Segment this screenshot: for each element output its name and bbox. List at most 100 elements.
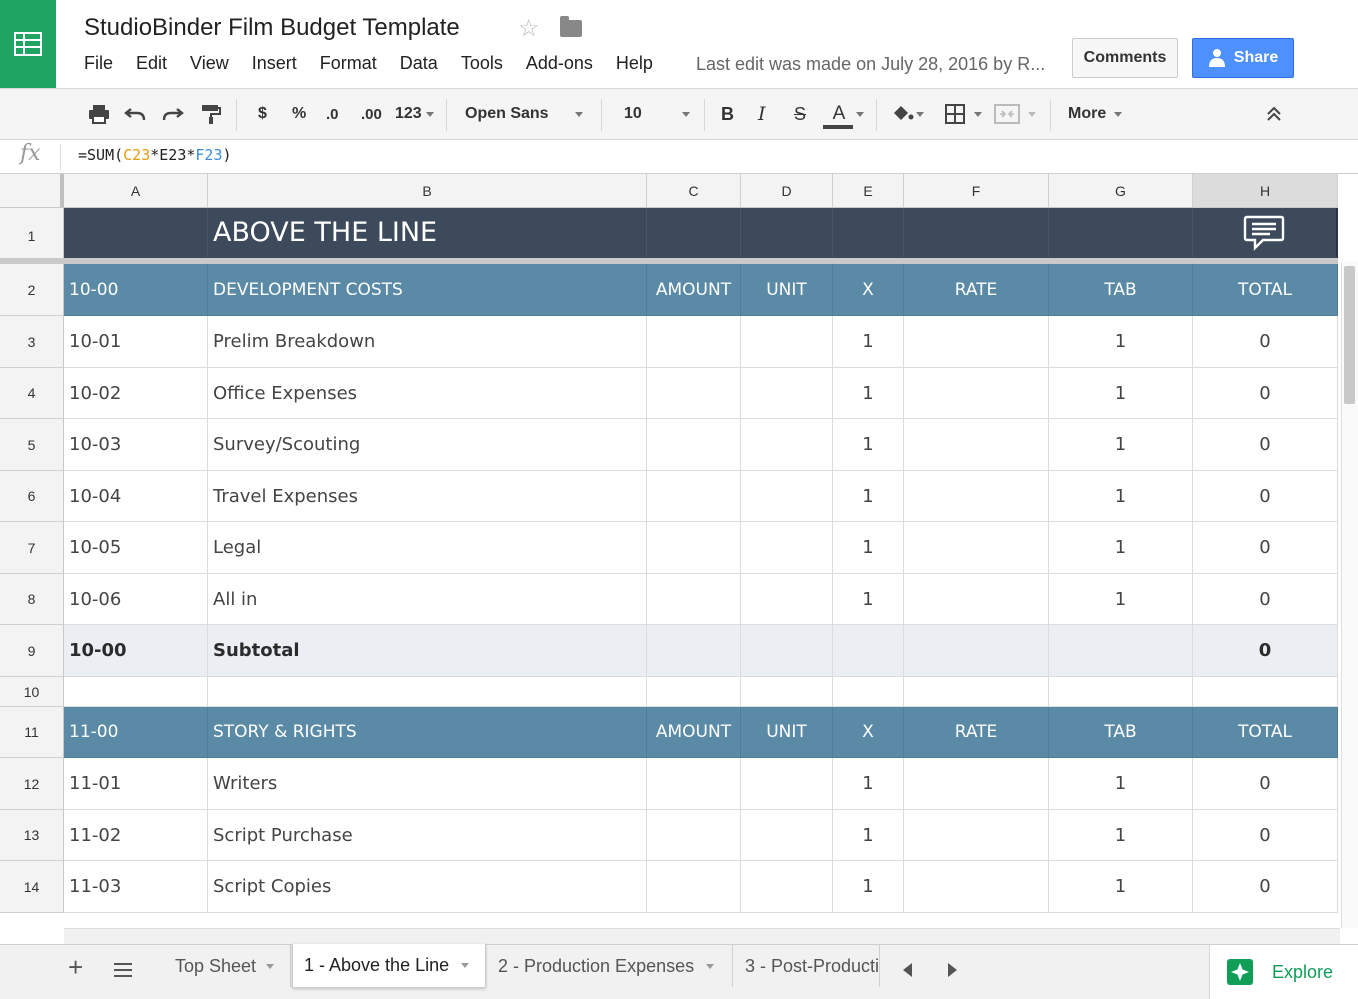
section-header-cell-f2[interactable]: RATE — [904, 264, 1049, 316]
section-header-cell-a2[interactable]: 10-00 — [64, 264, 208, 316]
cell-a14[interactable]: 11-03 — [64, 861, 208, 913]
cell-g12[interactable]: 1 — [1049, 758, 1193, 810]
cell-e6[interactable]: 1 — [833, 471, 904, 522]
section-header-cell-d11[interactable]: UNIT — [741, 707, 833, 758]
row-header-10[interactable]: 10 — [0, 677, 64, 707]
cell-h10[interactable] — [1193, 677, 1338, 707]
cell-f9[interactable] — [904, 625, 1049, 677]
menu-tools[interactable]: Tools — [461, 53, 503, 74]
cell-g9[interactable] — [1049, 625, 1193, 677]
cell-b3[interactable]: Prelim Breakdown — [208, 316, 647, 368]
sheet-tab-above-the-line[interactable]: 1 - Above the Line — [292, 944, 486, 988]
section-header-cell-e2[interactable]: X — [833, 264, 904, 316]
currency-button[interactable]: $ — [258, 89, 267, 139]
banner-cell-d1[interactable] — [741, 208, 833, 258]
cell-d4[interactable] — [741, 368, 833, 419]
menu-insert[interactable]: Insert — [252, 53, 297, 74]
banner-cell-c1[interactable] — [647, 208, 741, 258]
cell-g4[interactable]: 1 — [1049, 368, 1193, 419]
section-header-cell-d2[interactable]: UNIT — [741, 264, 833, 316]
section-header-cell-g2[interactable]: TAB — [1049, 264, 1193, 316]
cell-b8[interactable]: All in — [208, 574, 647, 625]
banner-cell-a1[interactable] — [64, 208, 208, 258]
cell-a10[interactable] — [64, 677, 208, 707]
fill-color-icon[interactable] — [890, 89, 924, 139]
increase-decimal-button[interactable]: .00 — [361, 89, 382, 139]
cell-g5[interactable]: 1 — [1049, 419, 1193, 471]
section-header-cell-g11[interactable]: TAB — [1049, 707, 1193, 758]
row-header-8[interactable]: 8 — [0, 574, 64, 625]
section-header-cell-h2[interactable]: TOTAL — [1193, 264, 1338, 316]
cell-d6[interactable] — [741, 471, 833, 522]
cell-e5[interactable]: 1 — [833, 419, 904, 471]
cell-d9[interactable] — [741, 625, 833, 677]
cell-a12[interactable]: 11-01 — [64, 758, 208, 810]
cell-f4[interactable] — [904, 368, 1049, 419]
cell-b6[interactable]: Travel Expenses — [208, 471, 647, 522]
cell-a13[interactable]: 11-02 — [64, 810, 208, 861]
cell-c14[interactable] — [647, 861, 741, 913]
sheets-logo-icon[interactable] — [0, 0, 56, 88]
cell-a4[interactable]: 10-02 — [64, 368, 208, 419]
section-header-cell-f11[interactable]: RATE — [904, 707, 1049, 758]
decrease-decimal-button[interactable]: .0 — [326, 89, 339, 139]
paint-format-icon[interactable] — [200, 89, 222, 139]
sheet-tab-production-expenses[interactable]: 2 - Production Expenses — [487, 945, 733, 987]
cell-h6[interactable]: 0 — [1193, 471, 1338, 522]
cell-h9[interactable]: 0 — [1193, 625, 1338, 677]
column-header-a[interactable]: A — [64, 174, 208, 207]
row-header-3[interactable]: 3 — [0, 316, 64, 368]
row-header-1[interactable]: 1 — [0, 208, 64, 264]
cell-b13[interactable]: Script Purchase — [208, 810, 647, 861]
comments-button[interactable]: Comments — [1072, 38, 1178, 78]
cell-a8[interactable]: 10-06 — [64, 574, 208, 625]
bold-button[interactable]: B — [721, 89, 734, 139]
cell-e10[interactable] — [833, 677, 904, 707]
menu-help[interactable]: Help — [616, 53, 653, 74]
last-edit-link[interactable]: Last edit was made on July 28, 2016 by R… — [696, 54, 1045, 75]
sheet-list-icon[interactable] — [114, 962, 132, 983]
cell-g13[interactable]: 1 — [1049, 810, 1193, 861]
row-header-7[interactable]: 7 — [0, 522, 64, 574]
menu-addons[interactable]: Add-ons — [526, 53, 593, 74]
cell-g3[interactable]: 1 — [1049, 316, 1193, 368]
cell-f10[interactable] — [904, 677, 1049, 707]
cell-c6[interactable] — [647, 471, 741, 522]
banner-cell-g1[interactable] — [1049, 208, 1193, 258]
cell-e7[interactable]: 1 — [833, 522, 904, 574]
cell-h3[interactable]: 0 — [1193, 316, 1338, 368]
strikethrough-button[interactable]: S — [794, 89, 806, 139]
row-header-11[interactable]: 11 — [0, 707, 64, 758]
formula-input[interactable]: =SUM(C23*E23*F23) — [78, 146, 232, 164]
cell-d5[interactable] — [741, 419, 833, 471]
cell-a7[interactable]: 10-05 — [64, 522, 208, 574]
cell-g6[interactable]: 1 — [1049, 471, 1193, 522]
cell-f6[interactable] — [904, 471, 1049, 522]
banner-cell-b1[interactable]: ABOVE THE LINE — [208, 208, 647, 258]
row-header-9[interactable]: 9 — [0, 625, 64, 677]
cell-h8[interactable]: 0 — [1193, 574, 1338, 625]
row-header-2[interactable]: 2 — [0, 264, 64, 316]
menu-data[interactable]: Data — [400, 53, 438, 74]
column-header-c[interactable]: C — [647, 174, 741, 207]
section-header-cell-b2[interactable]: DEVELOPMENT COSTS — [208, 264, 647, 316]
section-header-cell-e11[interactable]: X — [833, 707, 904, 758]
document-title[interactable]: StudioBinder Film Budget Template — [84, 14, 460, 42]
banner-cell-f1[interactable] — [904, 208, 1049, 258]
cell-f8[interactable] — [904, 574, 1049, 625]
frozen-row-divider[interactable] — [0, 258, 1338, 264]
cell-c7[interactable] — [647, 522, 741, 574]
row-header-12[interactable]: 12 — [0, 758, 64, 810]
add-sheet-icon[interactable]: + — [68, 954, 83, 980]
cell-e13[interactable]: 1 — [833, 810, 904, 861]
cell-c8[interactable] — [647, 574, 741, 625]
scroll-right-icon[interactable] — [948, 963, 957, 977]
banner-cell-e1[interactable] — [833, 208, 904, 258]
column-header-d[interactable]: D — [741, 174, 833, 207]
cell-c10[interactable] — [647, 677, 741, 707]
row-header-13[interactable]: 13 — [0, 810, 64, 861]
cell-f14[interactable] — [904, 861, 1049, 913]
section-header-cell-b11[interactable]: STORY & RIGHTS — [208, 707, 647, 758]
menu-format[interactable]: Format — [320, 53, 377, 74]
percent-button[interactable]: % — [292, 89, 306, 139]
